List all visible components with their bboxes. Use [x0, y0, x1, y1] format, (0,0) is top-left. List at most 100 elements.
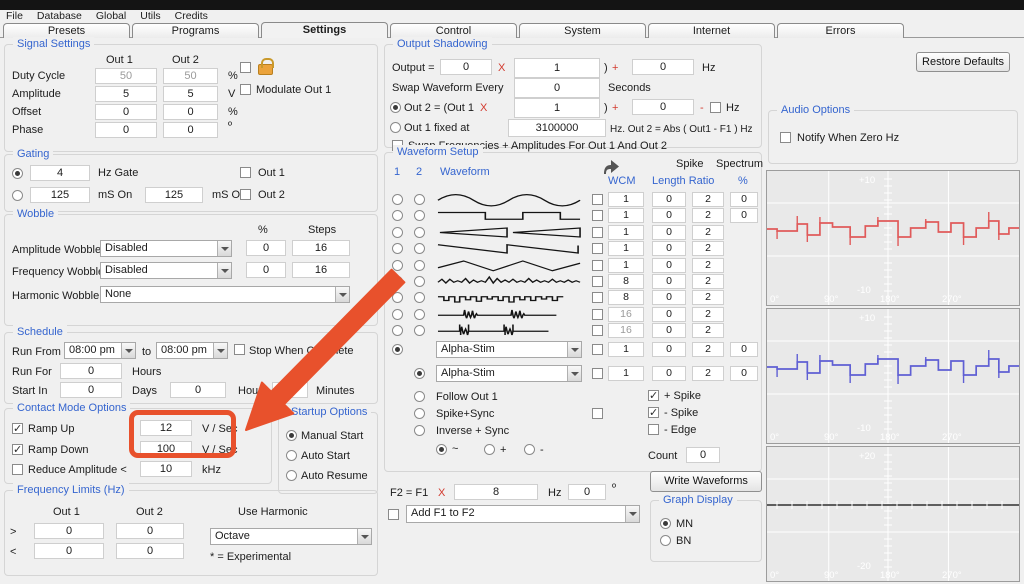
output-mult-input[interactable]: 1	[514, 58, 600, 78]
add-f1-select[interactable]: Add F1 to F2	[406, 505, 640, 523]
ms-gate-radio[interactable]	[12, 190, 23, 201]
waveform-checkbox[interactable]	[592, 276, 603, 287]
manual-start-radio[interactable]	[286, 430, 297, 441]
combo-arrow-icon[interactable]	[567, 342, 581, 357]
waveform-out2-radio[interactable]	[414, 243, 425, 254]
mn-radio[interactable]	[660, 518, 671, 529]
wcm-input[interactable]: 16	[608, 323, 644, 338]
waveform-combo2-select[interactable]: Alpha-Stim	[436, 365, 582, 382]
combo1-ratio-input[interactable]: 2	[692, 342, 724, 357]
menu-file[interactable]: File	[6, 10, 23, 22]
waveform-checkbox[interactable]	[592, 292, 603, 303]
waveform-out1-radio[interactable]	[392, 227, 403, 238]
tab-programs[interactable]: Programs	[132, 23, 259, 38]
menu-global[interactable]: Global	[96, 10, 126, 22]
auto-resume-radio[interactable]	[286, 470, 297, 481]
gating-out2-checkbox[interactable]	[240, 189, 251, 200]
lock-checkbox[interactable]	[240, 62, 251, 73]
combo-arrow-icon[interactable]	[625, 506, 639, 522]
frequency-wobble-pct-input[interactable]: 0	[246, 262, 286, 278]
hz2-checkbox[interactable]	[710, 102, 721, 113]
amplitude-out2-input[interactable]: 5	[163, 86, 218, 102]
run-for-input[interactable]: 0	[60, 363, 122, 379]
amplitude-wobble-pct-input[interactable]: 0	[246, 240, 286, 256]
ramp-up-checkbox[interactable]	[12, 423, 23, 434]
combo2-pct-input[interactable]: 0	[730, 366, 758, 381]
spike-ratio-input[interactable]: 2	[692, 241, 724, 256]
f2-value-input[interactable]: 8	[454, 484, 538, 500]
combo2-out2-radio[interactable]	[414, 368, 425, 379]
use-harmonic-select[interactable]: Octave	[210, 528, 372, 545]
out1-fixed-radio[interactable]	[390, 122, 401, 133]
swap-waveform-input[interactable]: 0	[514, 78, 600, 98]
harmonic-wobble-select[interactable]: None	[100, 286, 350, 303]
minus-edge-checkbox[interactable]	[648, 424, 659, 435]
wcm-input[interactable]: 8	[608, 290, 644, 305]
wcm-input[interactable]: 1	[608, 241, 644, 256]
count-input[interactable]: 0	[686, 447, 720, 463]
combo-arrow-icon[interactable]	[567, 366, 581, 381]
wcm-input[interactable]: 1	[608, 225, 644, 240]
waveform-out1-radio[interactable]	[392, 243, 403, 254]
spike-length-input[interactable]: 0	[652, 274, 686, 289]
follow-out1-radio[interactable]	[414, 391, 425, 402]
tab-settings[interactable]: Settings	[261, 22, 388, 38]
start-in-minutes-input[interactable]: 0	[272, 382, 308, 398]
wcm-input[interactable]: 16	[608, 307, 644, 322]
combo-arrow-icon[interactable]	[217, 241, 231, 256]
spike-ratio-input[interactable]: 2	[692, 323, 724, 338]
fl-lt-out1-input[interactable]: 0	[34, 543, 104, 559]
add-f1-checkbox[interactable]	[388, 509, 399, 520]
plus-spike-checkbox[interactable]	[648, 390, 659, 401]
reduce-amplitude-checkbox[interactable]	[12, 464, 23, 475]
waveform-out1-radio[interactable]	[392, 260, 403, 271]
waveform-checkbox[interactable]	[592, 243, 603, 254]
f2-deg-input[interactable]: 0	[568, 484, 606, 500]
tab-system[interactable]: System	[519, 23, 646, 38]
combo1-length-input[interactable]: 0	[652, 342, 686, 357]
out2-shadow-radio[interactable]	[390, 102, 401, 113]
waveform-checkbox[interactable]	[592, 325, 603, 336]
amplitude-wobble-steps-input[interactable]: 16	[292, 240, 350, 256]
gating-out1-checkbox[interactable]	[240, 167, 251, 178]
output-add-input[interactable]: 0	[632, 59, 694, 75]
start-in-hours-input[interactable]: 0	[170, 382, 226, 398]
combo1-checkbox[interactable]	[592, 344, 603, 355]
auto-start-radio[interactable]	[286, 450, 297, 461]
offset-out1-input[interactable]: 0	[95, 104, 157, 120]
menu-utils[interactable]: Utils	[140, 10, 160, 22]
spike-length-input[interactable]: 0	[652, 290, 686, 305]
fl-lt-out2-input[interactable]: 0	[116, 543, 184, 559]
waveform-checkbox[interactable]	[592, 309, 603, 320]
duty-cycle-out2-input[interactable]: 50	[163, 68, 218, 84]
spike-ratio-input[interactable]: 2	[692, 192, 724, 207]
spike-ratio-input[interactable]: 2	[692, 258, 724, 273]
plus-radio[interactable]	[484, 444, 495, 455]
waveform-out2-radio[interactable]	[414, 276, 425, 287]
combo2-length-input[interactable]: 0	[652, 366, 686, 381]
output-value-input[interactable]: 0	[440, 59, 492, 75]
menu-database[interactable]: Database	[37, 10, 82, 22]
minus-radio[interactable]	[524, 444, 535, 455]
phase-out2-input[interactable]: 0	[163, 122, 218, 138]
phase-out1-input[interactable]: 0	[95, 122, 157, 138]
combo1-wcm-input[interactable]: 1	[608, 342, 644, 357]
write-waveforms-button[interactable]: Write Waveforms	[650, 471, 762, 492]
menu-credits[interactable]: Credits	[175, 10, 208, 22]
wcm-input[interactable]: 1	[608, 258, 644, 273]
spike-ratio-input[interactable]: 2	[692, 307, 724, 322]
hz-gate-input[interactable]: 4	[30, 165, 90, 181]
run-to-select[interactable]: 08:00 pm	[156, 342, 228, 359]
out2-add-input[interactable]: 0	[632, 99, 694, 115]
combo-arrow-icon[interactable]	[217, 263, 231, 278]
spike-ratio-input[interactable]: 2	[692, 225, 724, 240]
waveform-combo1-select[interactable]: Alpha-Stim	[436, 341, 582, 358]
out1-fixed-input[interactable]: 3100000	[508, 119, 606, 137]
hz-gate-radio[interactable]	[12, 168, 23, 179]
inverse-sync-radio[interactable]	[414, 425, 425, 436]
wcm-input[interactable]: 8	[608, 274, 644, 289]
waveform-out2-radio[interactable]	[414, 210, 425, 221]
waveform-out2-radio[interactable]	[414, 292, 425, 303]
ramp-up-input[interactable]: 12	[140, 420, 192, 436]
combo-arrow-icon[interactable]	[357, 529, 371, 544]
